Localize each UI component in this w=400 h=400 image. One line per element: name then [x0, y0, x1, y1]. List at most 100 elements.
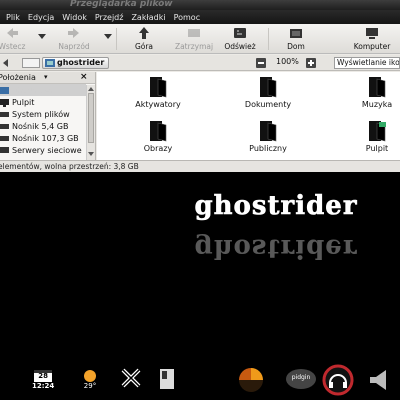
clock-widget[interactable]: 28 12:24	[32, 370, 54, 390]
weather-widget[interactable]: 29°	[80, 368, 100, 390]
reload-label: Odśwież	[224, 42, 256, 51]
zoom-out-icon[interactable]	[256, 58, 266, 68]
sidebar-item-desktop[interactable]: Pulpit	[0, 96, 86, 108]
computer-button[interactable]: Komputer	[350, 26, 394, 51]
zoom-level[interactable]: 100%	[276, 57, 299, 66]
menu-bar: Plik Edycja Widok Przejdź Zakładki Pomoc	[0, 10, 400, 24]
home-folder-icon	[45, 59, 55, 67]
folder-icon	[150, 121, 167, 142]
logo-text: ghostrider	[194, 191, 357, 221]
x-icon	[121, 368, 141, 388]
computer-label: Komputer	[353, 42, 391, 51]
toolbar-separator	[268, 28, 269, 50]
scroll-down-icon[interactable]	[88, 151, 94, 157]
sidebar-item-home[interactable]: ghostrider	[0, 84, 86, 96]
path-button[interactable]: ghostrider	[42, 57, 110, 69]
menu-go[interactable]: Przejdź	[95, 13, 124, 22]
speaker-launcher[interactable]	[366, 368, 392, 392]
zoom-in-icon[interactable]	[306, 58, 316, 68]
file-label: Aktywatory	[135, 100, 181, 109]
trash-launcher[interactable]	[158, 368, 176, 390]
media-player-launcher[interactable]	[236, 366, 266, 394]
file-item[interactable]: Obrazy	[123, 120, 193, 153]
music-launcher[interactable]	[322, 364, 354, 396]
file-item[interactable]: Publiczny	[233, 120, 303, 153]
sidebar-item-label: Nośnik 107,3 GB	[12, 133, 79, 143]
back-arrow-icon[interactable]	[2, 58, 12, 68]
desktop-folder-icon	[369, 121, 386, 142]
file-browser-window: Przeglądarka plików Plik Edycja Widok Pr…	[0, 0, 400, 172]
reload-button[interactable]: Odśwież	[218, 26, 262, 51]
sidebar-close-icon[interactable]: ×	[80, 72, 88, 82]
chevron-down-icon[interactable]: ▾	[44, 73, 48, 81]
menu-edit[interactable]: Edycja	[28, 13, 54, 22]
title-bar[interactable]: Przeglądarka plików	[0, 0, 400, 10]
back-button[interactable]: Wstecz	[0, 26, 34, 51]
menu-bookmarks[interactable]: Zakładki	[131, 13, 165, 22]
menu-help[interactable]: Pomoc	[174, 13, 201, 22]
scroll-up-icon[interactable]	[88, 86, 94, 92]
sidebar-item-label: Nośnik 5,4 GB	[12, 121, 69, 131]
status-text: elementów, wolna przestrzeń: 3,8 GB	[0, 162, 139, 171]
home-icon	[0, 86, 9, 94]
scrollbar-thumb[interactable]	[88, 93, 94, 143]
file-item[interactable]: Aktywatory	[123, 76, 193, 109]
clock-time: 12:24	[32, 382, 55, 390]
headphones-icon	[322, 364, 354, 396]
file-item[interactable]: Pulpit	[342, 120, 400, 153]
sidebar-item-label: Serwery sieciowe	[12, 145, 82, 155]
back-history-dropdown[interactable]	[38, 32, 46, 40]
status-bar: elementów, wolna przestrzeń: 3,8 GB	[0, 160, 400, 172]
file-icon	[160, 369, 174, 389]
drive-icon	[0, 135, 9, 141]
home-icon	[289, 26, 303, 40]
location-toggle-button[interactable]	[22, 58, 40, 68]
sidebar-item-network[interactable]: Serwery sieciowe	[0, 144, 86, 156]
menu-view[interactable]: Widok	[62, 13, 87, 22]
back-label: Wstecz	[0, 42, 26, 51]
sidebar-header-label: Położenia	[0, 73, 36, 82]
sun-icon	[84, 370, 96, 382]
sidebar-item-filesystem[interactable]: System plików	[0, 108, 86, 120]
clock-date: 28	[38, 372, 49, 380]
stop-icon	[187, 26, 201, 40]
media-player-icon	[239, 368, 263, 392]
network-icon	[0, 146, 9, 153]
arrow-up-icon	[137, 26, 151, 40]
file-label: Dokumenty	[244, 100, 292, 109]
drive-icon	[0, 111, 9, 117]
arrow-right-icon	[67, 26, 81, 40]
home-label: Dom	[287, 42, 305, 51]
forward-button[interactable]: Naprzód	[52, 26, 96, 51]
computer-icon	[365, 26, 379, 40]
home-button[interactable]: Dom	[274, 26, 318, 51]
folder-icon	[260, 77, 277, 98]
file-item[interactable]: Muzyka	[342, 76, 400, 109]
sidebar-item-label: System plików	[12, 109, 70, 119]
file-item[interactable]: Dokumenty	[233, 76, 303, 109]
stop-label: Zatrzymaj	[174, 42, 214, 51]
logo-reflection: ghostrider	[194, 233, 357, 263]
folder-icon	[150, 77, 167, 98]
forward-label: Naprzód	[58, 42, 90, 51]
stop-button[interactable]: Zatrzymaj	[172, 26, 216, 51]
file-view: Aktywatory Dokumenty Muzyka Obrazy Publi…	[97, 72, 400, 160]
sidebar-header[interactable]: Położenia ▾ ×	[0, 72, 95, 84]
x-launcher[interactable]	[120, 368, 142, 388]
pidgin-label: pidgin	[291, 374, 311, 381]
desktop-logo: ghostrider ghostrider	[186, 184, 366, 264]
arrow-left-icon	[5, 26, 19, 40]
menu-file[interactable]: Plik	[6, 13, 20, 22]
up-button[interactable]: Góra	[122, 26, 166, 51]
sidebar-scrollbar[interactable]	[86, 85, 95, 160]
forward-history-dropdown[interactable]	[104, 32, 112, 40]
drive-icon	[0, 123, 9, 129]
folder-icon	[369, 77, 386, 98]
sidebar-item-volume-107gb[interactable]: Nośnik 107,3 GB	[0, 132, 86, 144]
file-label: Obrazy	[143, 144, 173, 153]
view-mode-select[interactable]: Wyświetlanie ikon	[334, 57, 400, 69]
file-label: Pulpit	[365, 144, 389, 153]
sidebar-item-volume-5gb[interactable]: Nośnik 5,4 GB	[0, 120, 86, 132]
reload-icon	[233, 26, 247, 40]
pidgin-launcher[interactable]: pidgin	[284, 368, 318, 390]
